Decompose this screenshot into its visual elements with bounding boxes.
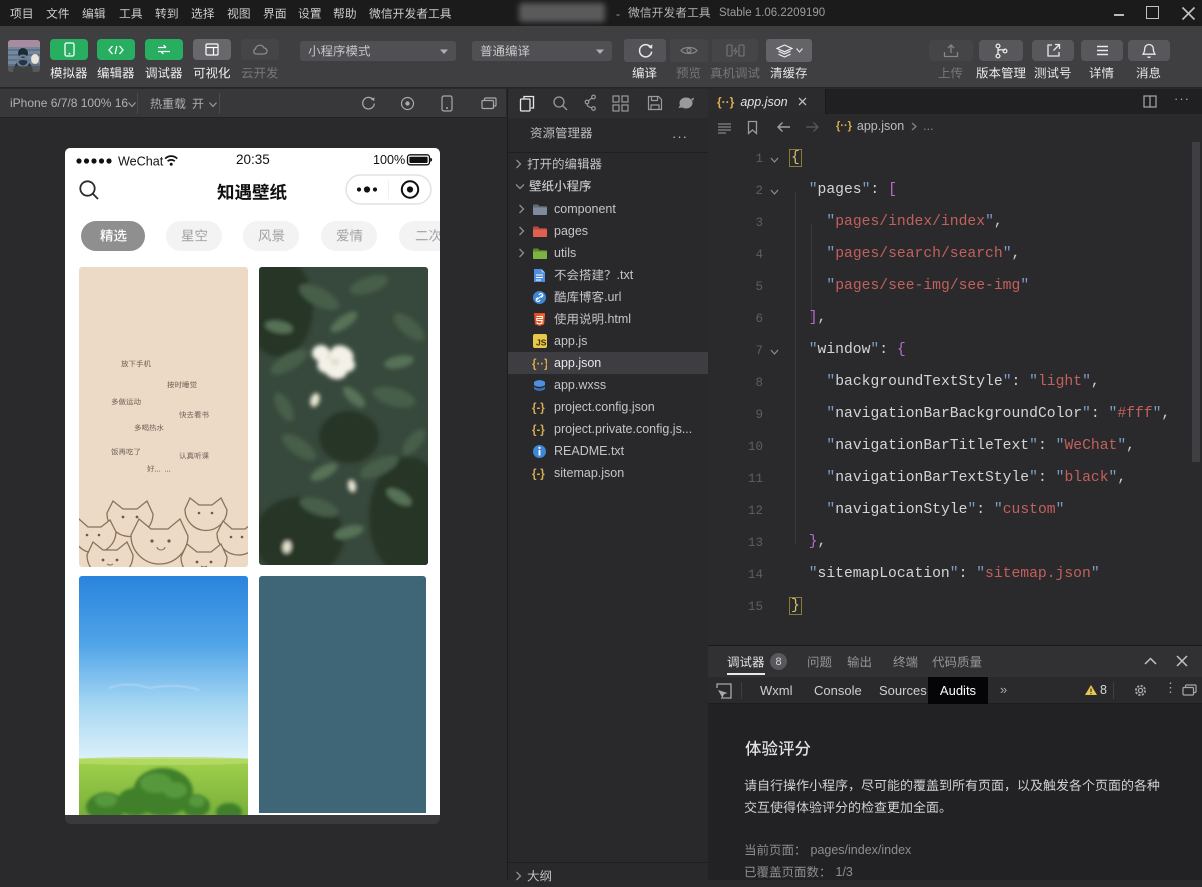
- svg-text:{-}: {-}: [532, 425, 545, 437]
- svg-text:{-}: {-}: [532, 403, 545, 415]
- svg-text:JS: JS: [536, 338, 547, 348]
- svg-text:100%: 100%: [373, 153, 405, 167]
- svg-text:{-}: {-}: [532, 469, 545, 481]
- svg-text:WeChat: WeChat: [118, 154, 164, 168]
- svg-text:{··}: {··}: [532, 359, 547, 371]
